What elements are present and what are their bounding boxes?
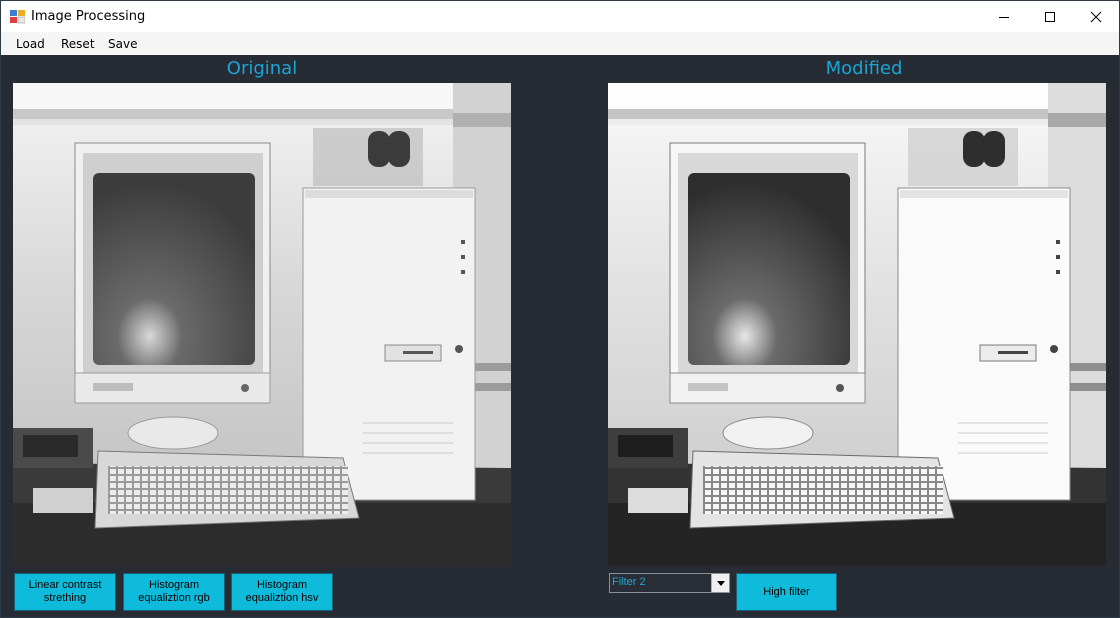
title-bar: Image Processing xyxy=(1,1,1119,32)
high-filter-button[interactable]: High filter xyxy=(736,573,837,611)
window-title: Image Processing xyxy=(31,9,146,24)
histogram-hsv-button[interactable]: Histogram equaliztion hsv xyxy=(231,573,333,611)
original-image xyxy=(13,83,511,566)
original-label: Original xyxy=(226,58,298,79)
maximize-icon xyxy=(1045,11,1055,22)
app-window: Image Processing Load Reset Save Origina… xyxy=(0,0,1120,618)
linear-contrast-button[interactable]: Linear contrast strething xyxy=(14,573,116,611)
menu-bar: Load Reset Save xyxy=(1,32,1119,55)
modified-label: Modified xyxy=(825,58,903,79)
minimize-icon xyxy=(999,16,1009,18)
close-icon xyxy=(1090,11,1102,22)
histogram-rgb-button[interactable]: Histogram equaliztion rgb xyxy=(123,573,225,611)
dropdown-arrow[interactable] xyxy=(711,574,729,592)
filter-select-value: Filter 2 xyxy=(612,576,646,588)
menu-reset[interactable]: Reset xyxy=(61,37,95,51)
menu-load[interactable]: Load xyxy=(16,37,45,51)
menu-save[interactable]: Save xyxy=(108,37,137,51)
filter-select[interactable]: Filter 2 xyxy=(609,573,730,593)
chevron-down-icon xyxy=(716,580,725,586)
maximize-button[interactable] xyxy=(1027,1,1073,32)
close-button[interactable] xyxy=(1073,1,1119,32)
app-icon xyxy=(10,10,25,24)
minimize-button[interactable] xyxy=(981,1,1027,32)
modified-image xyxy=(608,83,1106,566)
